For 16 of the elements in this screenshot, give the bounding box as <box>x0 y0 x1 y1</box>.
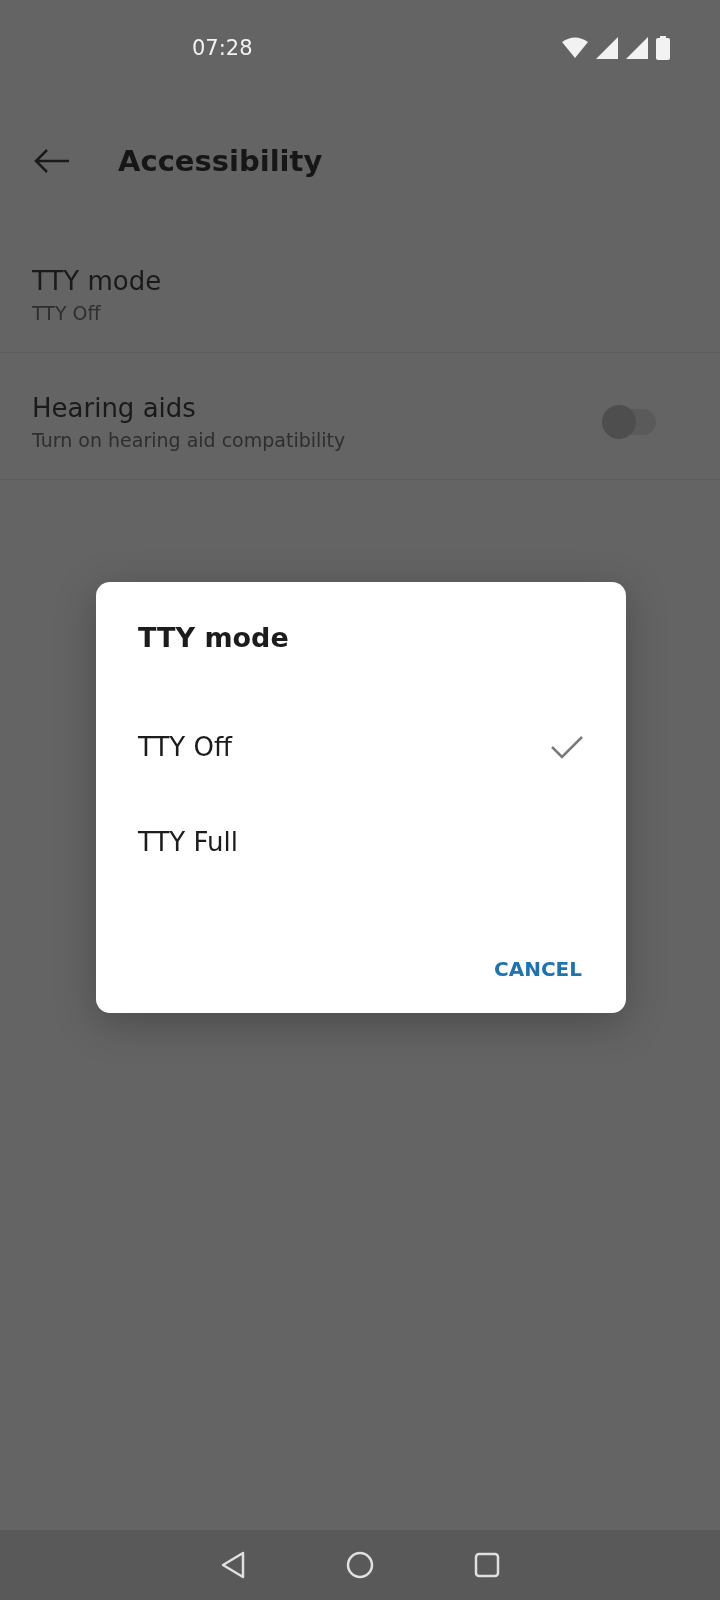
page-title: Accessibility <box>118 144 323 178</box>
wifi-icon <box>562 37 588 59</box>
back-arrow-icon[interactable] <box>34 148 70 174</box>
recents-icon[interactable] <box>474 1552 500 1578</box>
home-icon[interactable] <box>346 1551 374 1579</box>
signal-icon <box>626 37 648 59</box>
cancel-button[interactable]: CANCEL <box>486 951 590 987</box>
setting-title: TTY mode <box>32 266 162 296</box>
setting-title: Hearing aids <box>32 393 197 423</box>
battery-icon <box>656 36 670 60</box>
signal-icon <box>596 37 618 59</box>
back-icon[interactable] <box>220 1551 246 1579</box>
dialog-title: TTY mode <box>138 622 290 653</box>
option-label[interactable]: TTY Full <box>138 826 238 857</box>
option-label[interactable]: TTY Off <box>138 731 232 762</box>
status-time: 07:28 <box>192 36 253 60</box>
